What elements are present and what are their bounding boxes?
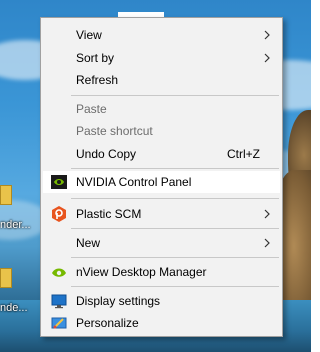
display-settings-icon — [51, 294, 67, 309]
menu-item-label: Undo Copy — [76, 147, 137, 161]
desktop-folder-icon[interactable] — [0, 185, 12, 205]
menu-item-new[interactable]: New — [43, 232, 280, 254]
menu-separator — [71, 198, 279, 199]
menu-item-sort-by[interactable]: Sort by — [43, 47, 280, 69]
menu-item-label: Refresh — [76, 73, 119, 87]
menu-separator — [71, 168, 279, 169]
menu-separator — [71, 286, 279, 287]
menu-item-label: New — [76, 236, 101, 250]
chevron-right-icon — [264, 238, 270, 248]
menu-item-label: nView Desktop Manager — [76, 265, 207, 279]
menu-item-nvidia-control-panel[interactable]: NVIDIA Control Panel — [43, 171, 280, 193]
menu-item-label: Paste shortcut — [76, 124, 153, 138]
menu-separator — [71, 95, 279, 96]
nview-icon — [52, 268, 66, 277]
menu-item-label: Plastic SCM — [76, 207, 142, 221]
menu-item-label: Sort by — [76, 51, 115, 65]
menu-item-label: Paste — [76, 102, 107, 116]
plastic-scm-icon — [52, 206, 66, 222]
menu-item-shortcut: Ctrl+Z — [227, 147, 260, 161]
chevron-right-icon — [264, 53, 270, 63]
personalize-icon — [51, 317, 67, 329]
menu-item-label: View — [76, 28, 102, 42]
menu-item-refresh[interactable]: Refresh — [43, 69, 280, 91]
desktop-icon-label[interactable]: nde... — [0, 302, 28, 314]
menu-separator — [71, 257, 279, 258]
desktop-folder-icon[interactable] — [0, 268, 12, 288]
chevron-right-icon — [264, 30, 270, 40]
desktop-icon-label[interactable]: nder... — [0, 219, 31, 231]
menu-item-view[interactable]: View — [43, 24, 280, 46]
menu-separator — [71, 228, 279, 229]
menu-item-nview-desktop-manager[interactable]: nView Desktop Manager — [43, 261, 280, 283]
menu-item-label: Display settings — [76, 294, 161, 308]
menu-item-personalize[interactable]: Personalize — [43, 312, 280, 334]
menu-item-label: Personalize — [76, 316, 139, 330]
menu-item-undo-copy[interactable]: Undo Copy Ctrl+Z — [43, 143, 280, 165]
menu-item-plastic-scm[interactable]: Plastic SCM — [43, 203, 280, 225]
menu-item-paste[interactable]: Paste — [43, 98, 280, 120]
chevron-right-icon — [264, 209, 270, 219]
desktop-context-menu: View Sort by Refresh Paste Paste shortcu… — [40, 17, 283, 337]
menu-item-label: NVIDIA Control Panel — [76, 175, 192, 189]
nvidia-icon — [51, 175, 67, 189]
menu-item-paste-shortcut[interactable]: Paste shortcut — [43, 120, 280, 142]
menu-item-display-settings[interactable]: Display settings — [43, 290, 280, 312]
